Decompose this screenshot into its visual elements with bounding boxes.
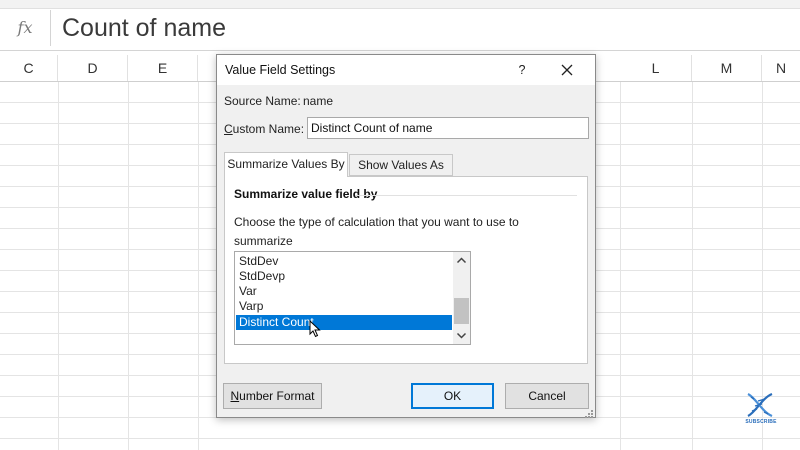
description-line: Choose the type of calculation that you … xyxy=(234,215,519,248)
grid-line xyxy=(198,82,199,450)
column-header[interactable]: E xyxy=(128,55,198,81)
subscribe-label: SUBSCRIBE xyxy=(745,419,777,425)
number-format-label: umber Format xyxy=(239,389,315,403)
column-header[interactable]: D xyxy=(58,55,128,81)
insert-function-button[interactable]: fx xyxy=(0,10,51,46)
number-format-accelerator: N xyxy=(230,389,240,403)
resize-grip-icon[interactable] xyxy=(584,406,594,418)
help-button[interactable]: ? xyxy=(515,55,529,85)
source-name-label: Source Name: xyxy=(224,94,301,108)
column-header[interactable]: M xyxy=(692,55,762,81)
grid-line xyxy=(58,82,59,450)
custom-name-input[interactable]: Distinct Count of name xyxy=(307,117,589,139)
calculation-listbox[interactable]: StdDev StdDevp Var Varp Distinct Count xyxy=(234,251,471,345)
list-item[interactable]: Var xyxy=(236,284,452,299)
scroll-up-icon[interactable] xyxy=(453,252,470,269)
scroll-down-icon[interactable] xyxy=(453,327,470,344)
grid-line xyxy=(128,82,129,450)
list-item[interactable]: StdDevp xyxy=(236,269,452,284)
source-name-value: name xyxy=(303,94,334,108)
ok-button[interactable]: OK xyxy=(411,383,494,409)
cancel-button[interactable]: Cancel xyxy=(505,383,589,409)
formula-input[interactable]: Count of name xyxy=(62,8,226,48)
value-field-settings-dialog: Value Field Settings ? Source Name: name… xyxy=(216,54,596,418)
dialog-title: Value Field Settings xyxy=(225,63,336,77)
section-divider xyxy=(355,195,577,196)
custom-name-accelerator: C xyxy=(224,122,233,136)
formula-bar: fx Count of name xyxy=(0,0,800,51)
tab-summarize-values-by[interactable]: Summarize Values By xyxy=(224,152,348,177)
grid-line xyxy=(692,82,693,450)
list-item[interactable]: Varp xyxy=(236,299,452,314)
mouse-pointer-icon xyxy=(309,319,321,338)
number-format-button[interactable]: Number Format xyxy=(223,383,322,409)
column-header[interactable]: N xyxy=(762,55,800,81)
close-icon[interactable] xyxy=(559,62,575,78)
custom-name-label: Custom Name: xyxy=(224,122,304,136)
grid-line xyxy=(620,82,621,450)
list-scrollbar[interactable] xyxy=(453,252,470,344)
section-title: Summarize value field by xyxy=(234,187,378,201)
tab-panel: Summarize value field by Choose the type… xyxy=(224,176,588,364)
list-item-selected[interactable]: Distinct Count xyxy=(236,315,452,330)
custom-name-label-text: ustom Name: xyxy=(232,122,305,136)
tab-show-values-as[interactable]: Show Values As xyxy=(349,154,453,176)
list-item[interactable]: StdDev xyxy=(236,254,452,269)
scroll-thumb[interactable] xyxy=(454,298,469,324)
dialog-titlebar[interactable]: Value Field Settings ? xyxy=(217,55,595,85)
column-header[interactable]: C xyxy=(0,55,58,81)
column-header[interactable]: L xyxy=(620,55,692,81)
